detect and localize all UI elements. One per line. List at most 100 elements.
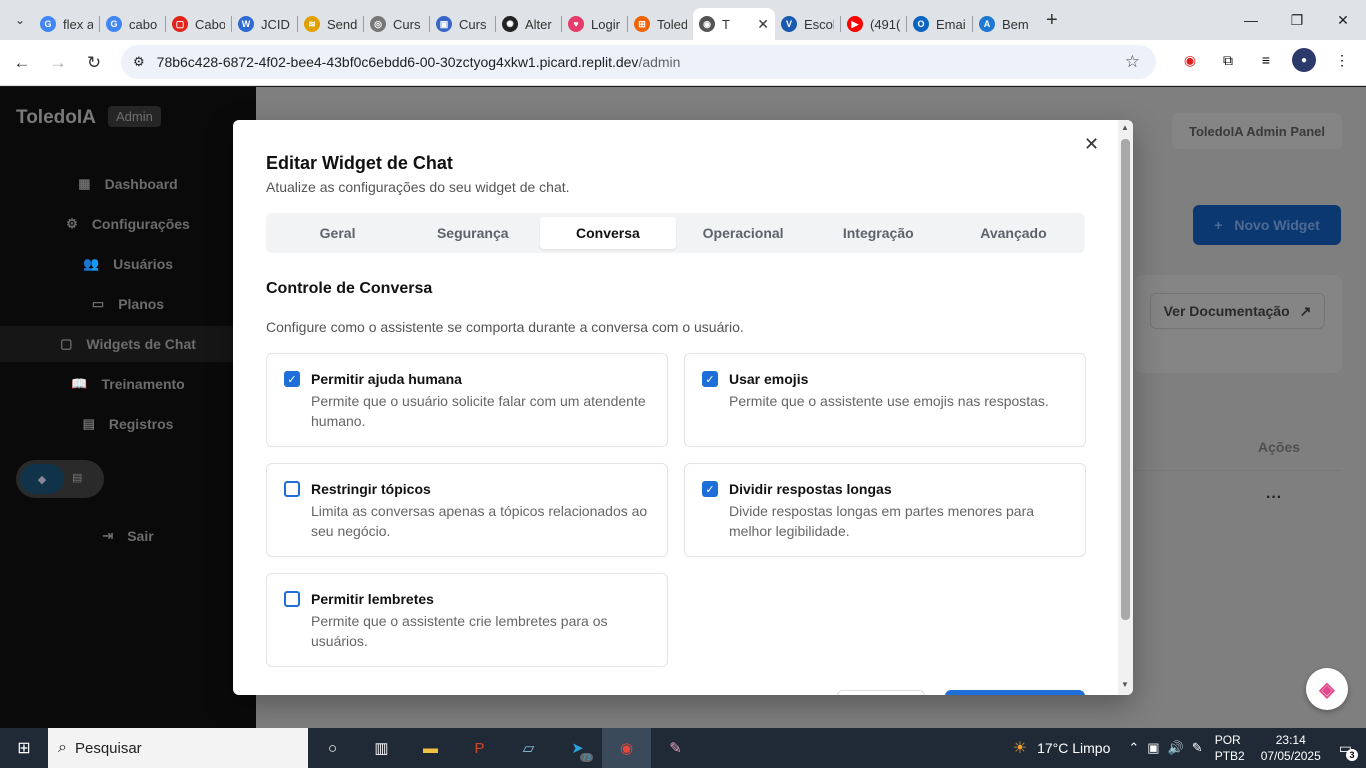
logout-button[interactable]: ⇥ Sair [0,518,256,554]
tab-segurança[interactable]: Segurança [405,217,540,249]
floating-chat-widget-icon[interactable]: ◈ [1306,668,1348,710]
browser-tab[interactable]: ✺ Alter [496,8,561,40]
option-checkbox[interactable]: ✓ [702,481,718,497]
notification-icon[interactable]: ▭ 3 [1339,740,1358,761]
view-docs-button[interactable]: Ver Documentação ↗ [1150,293,1325,329]
sidebar-item[interactable]: 📖 Treinamento [0,366,256,402]
browser-tab[interactable]: ◎ Curs [364,8,429,40]
task-view-circle-icon[interactable]: ○ [308,728,357,768]
site-settings-icon[interactable]: ⚙ [133,54,145,70]
view-docs-label: Ver Documentação [1163,303,1290,319]
browser-tab[interactable]: Gflex a [34,8,99,40]
profile-avatar[interactable]: ● [1292,48,1316,72]
tab-title: Escol [804,16,834,32]
users-icon: 👥 [82,256,100,271]
forward-arrow-icon[interactable]: → [40,45,76,81]
option-description: Permite que o assistente crie lembretes … [311,613,608,649]
telegram-icon[interactable]: ➤ 73 [553,728,602,768]
sidebar-item-label: Dashboard [104,176,178,192]
search-placeholder: Pesquisar [74,739,142,757]
reload-icon[interactable]: ↻ [76,45,112,81]
chevron-up-icon[interactable]: ⌃ [1128,740,1139,756]
extension-record-icon[interactable]: ◉ [1178,48,1202,72]
outlook-icon: O [913,16,929,32]
replit-icon: ⊞ [634,16,650,32]
scroll-down-arrow-icon[interactable]: ▼ [1121,680,1129,689]
browser-tab[interactable]: ▶ (491( [841,8,906,40]
browser-tab[interactable]: ≋ Send [298,8,363,40]
tab-search-chevron-icon[interactable]: ⌄ [6,6,34,34]
browser-tab[interactable]: V Escol [775,8,840,40]
option-checkbox[interactable]: ✓ [702,371,718,387]
bookmark-star-icon[interactable]: ☆ [1125,52,1140,72]
notepad-icon[interactable]: ▱ [504,728,553,768]
back-arrow-icon[interactable]: ← [4,45,40,81]
save-button[interactable] [945,690,1085,695]
option-title: Dividir respostas longas [729,481,892,497]
sidebar-item[interactable]: ▤ Registros [0,406,256,442]
tab-integração[interactable]: Integração [811,217,946,249]
close-icon[interactable]: ✕ [1084,134,1099,155]
settings-tabs: Geral Segurança Conversa Operacional Integra… [266,213,1085,253]
widgets-icon[interactable]: ▥ [357,728,406,768]
new-widget-button[interactable]: + Novo Widget [1193,205,1341,245]
scroll-up-arrow-icon[interactable]: ▲ [1121,123,1129,132]
tab-conversa[interactable]: Conversa [540,217,676,249]
chrome-icon[interactable]: ◉ [602,728,651,768]
address-bar[interactable]: ⚙ 78b6c428-6872-4f02-bee4-43bf0c6ebdd6-0… [121,45,1156,79]
sidebar-item-label: Widgets de Chat [86,336,196,352]
paint-icon[interactable]: ✎ [651,728,700,768]
language-toggle[interactable]: ◆ ▤ [16,460,104,498]
new-tab-plus-icon[interactable]: + [1046,9,1058,32]
browser-tab[interactable]: W JCID [232,8,297,40]
sidebar-item[interactable]: ▦ Dashboard [0,166,256,202]
taskbar-search[interactable]: ⌕ Pesquisar [48,728,308,768]
browser-tab[interactable]: ◉ T ✕ [693,8,775,40]
extensions-puzzle-icon[interactable]: ⧉ [1216,48,1240,72]
restore-icon[interactable]: ❐ [1274,0,1320,40]
search-icon: ⌕ [58,739,67,756]
send-icon: ≋ [304,16,320,32]
minimize-icon[interactable]: — [1228,0,1274,40]
browser-tab[interactable]: A Bem [973,8,1038,40]
option-card: Permitir lembretes Permite que o assisten… [266,573,668,667]
pen-icon[interactable]: ✎ [1192,740,1203,756]
weather-widget[interactable]: ☀ 17°C Limpo [1013,738,1111,758]
sidebar-item[interactable]: ▢ Widgets de Chat [0,326,256,362]
tab-operacional[interactable]: Operacional [676,217,811,249]
clock[interactable]: 23:14 07/05/2025 [1261,732,1321,764]
browser-tab[interactable]: ▣ Curs [430,8,495,40]
meet-icon[interactable]: ▣ [1147,740,1159,756]
option-checkbox[interactable] [284,591,300,607]
volume-icon[interactable]: 🔊 [1168,740,1184,756]
close-window-icon[interactable]: ✕ [1320,0,1366,40]
brazil-flag-icon[interactable]: ◆ [20,464,64,494]
file-explorer-icon[interactable]: ▬ [406,728,455,768]
browser-tab[interactable]: ♥ Logir [562,8,627,40]
browser-tab[interactable]: Gcabo [100,8,165,40]
sidebar-item[interactable]: ▭ Planos [0,286,256,322]
browser-tab[interactable]: O Emai [907,8,972,40]
cancel-button[interactable] [837,690,925,695]
close-tab-icon[interactable]: ✕ [757,16,769,33]
option-checkbox[interactable]: ✓ [284,371,300,387]
browser-tab[interactable]: ▢ Cabo [166,8,231,40]
browser-tab[interactable]: ⊞ Toled [628,8,693,40]
option-card: ✓ Usar emojis Permite que o assistente use… [684,353,1086,447]
sidebar: ToledoIA Admin ▦ Dashboard ⚙ Configurações 👥… [0,87,256,728]
powerpoint-icon[interactable]: P [455,728,504,768]
row-actions-ellipsis-icon[interactable]: ··· [1266,489,1282,507]
option-checkbox[interactable] [284,481,300,497]
scrollbar-thumb[interactable] [1121,139,1130,620]
media-queue-icon[interactable]: ≡ [1254,48,1278,72]
sidebar-item[interactable]: ⚙ Configurações [0,206,256,242]
tab-geral[interactable]: Geral [270,217,405,249]
input-language[interactable]: POR PTB2 [1215,732,1245,764]
sidebar-item[interactable]: 👥 Usuários [0,246,256,282]
us-flag-icon[interactable]: ▤ [72,471,82,484]
admin-badge: Admin [108,106,161,127]
chrome-menu-icon[interactable]: ⋮ [1330,48,1354,72]
tab-title: Emai [936,16,966,32]
windows-start-icon[interactable]: ⊞ [0,728,48,768]
tab-avançado[interactable]: Avançado [946,217,1081,249]
